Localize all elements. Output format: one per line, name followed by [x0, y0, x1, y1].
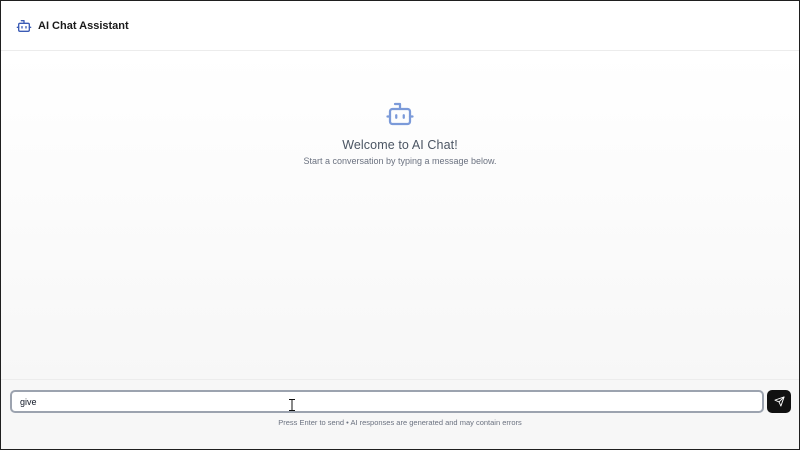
robot-icon	[385, 99, 415, 129]
composer-area: Press Enter to send • AI responses are g…	[1, 379, 799, 449]
robot-icon	[16, 18, 32, 34]
chat-messages-area: Welcome to AI Chat! Start a conversation…	[1, 52, 799, 379]
composer-hint: Press Enter to send • AI responses are g…	[278, 418, 522, 427]
message-input-wrapper[interactable]	[10, 390, 764, 413]
chat-window: AI Chat Assistant Welcome to AI Chat! St…	[0, 0, 800, 450]
message-input[interactable]	[20, 396, 762, 407]
welcome-subtext: Start a conversation by typing a message…	[303, 156, 497, 166]
app-header: AI Chat Assistant	[1, 1, 799, 51]
welcome-heading: Welcome to AI Chat!	[342, 138, 458, 152]
app-title: AI Chat Assistant	[38, 19, 129, 32]
welcome-panel: Welcome to AI Chat! Start a conversation…	[1, 99, 799, 166]
send-button[interactable]	[767, 390, 791, 413]
send-icon	[773, 396, 785, 407]
text-cursor-icon	[288, 398, 296, 411]
